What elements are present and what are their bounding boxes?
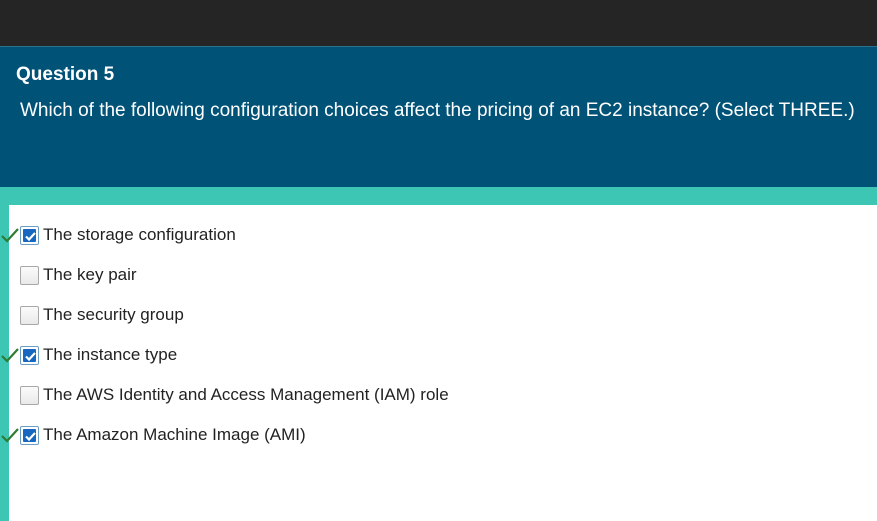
- option-checkbox[interactable]: [20, 426, 39, 445]
- option-label[interactable]: The key pair: [43, 265, 137, 285]
- option-label[interactable]: The security group: [43, 305, 184, 325]
- option-label[interactable]: The AWS Identity and Access Management (…: [43, 385, 449, 405]
- correct-check-icon: [1, 227, 19, 243]
- top-bar: [0, 0, 877, 46]
- answer-option[interactable]: The instance type: [0, 330, 600, 370]
- option-checkbox[interactable]: [20, 226, 39, 245]
- answer-option[interactable]: The security group: [0, 290, 600, 330]
- question-header: Question 5 Which of the following config…: [0, 46, 877, 187]
- answer-option[interactable]: The storage configuration: [0, 210, 600, 250]
- option-label[interactable]: The instance type: [43, 345, 177, 365]
- option-label[interactable]: The Amazon Machine Image (AMI): [43, 425, 306, 445]
- option-label[interactable]: The storage configuration: [43, 225, 236, 245]
- option-checkbox[interactable]: [20, 346, 39, 365]
- option-checkbox[interactable]: [20, 266, 39, 285]
- accent-band: [0, 187, 877, 205]
- correct-check-icon: [1, 427, 19, 443]
- answer-option[interactable]: The key pair: [0, 250, 600, 290]
- question-number: Question 5: [16, 64, 115, 85]
- answer-option[interactable]: The Amazon Machine Image (AMI): [0, 410, 600, 450]
- option-checkbox[interactable]: [20, 386, 39, 405]
- option-checkbox[interactable]: [20, 306, 39, 325]
- answer-option[interactable]: The AWS Identity and Access Management (…: [0, 370, 600, 410]
- question-text: Which of the following configuration cho…: [20, 100, 855, 121]
- correct-check-icon: [1, 347, 19, 363]
